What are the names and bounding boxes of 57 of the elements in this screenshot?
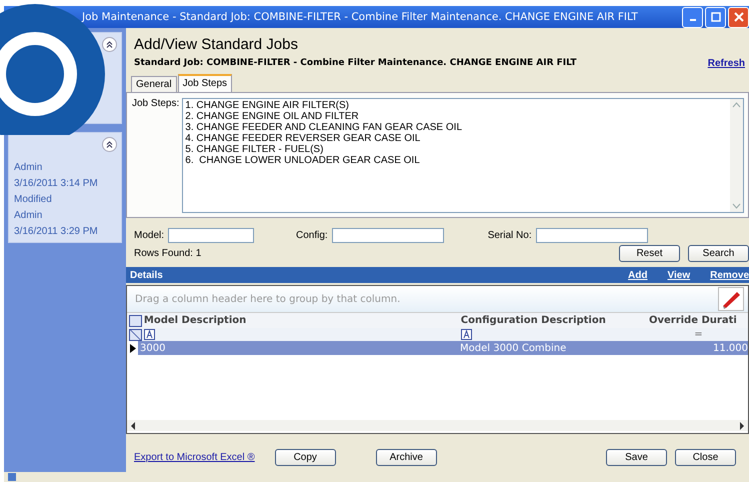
rows-found-text: Rows Found: 1 <box>134 248 202 259</box>
page-title: Add/View Standard Jobs <box>133 35 299 54</box>
horizontal-scrollbar[interactable] <box>127 420 748 431</box>
collapse-icon[interactable] <box>102 37 117 52</box>
collapse-icon[interactable] <box>102 137 117 152</box>
maximize-button[interactable] <box>705 6 726 28</box>
scroll-right-icon[interactable] <box>739 422 745 430</box>
action-button[interactable]: Save <box>606 449 667 466</box>
group-by-hint: Drag a column header here to group by that column. <box>135 294 400 304</box>
sidebar-item: Modified <box>14 193 53 206</box>
scroll-down-icon[interactable] <box>732 203 741 209</box>
filter-field[interactable] <box>332 228 444 243</box>
filter-operator[interactable]: = <box>694 329 703 340</box>
table-cell-text: 3000 <box>139 342 166 354</box>
details-link[interactable]: Remove <box>710 270 749 280</box>
filter-label: Config: <box>296 230 328 241</box>
standard-job-title: Standard Job: COMBINE-FILTER - Combine Filter Maintenance. CHANGE ENGINE AIR FILT <box>134 58 578 68</box>
filter-operator-icon[interactable] <box>460 329 472 340</box>
details-title: Details <box>130 270 164 280</box>
minimize-button[interactable] <box>682 6 703 28</box>
action-button[interactable]: Copy <box>274 449 336 466</box>
details-link[interactable]: View <box>667 270 690 280</box>
details-link[interactable]: Add <box>628 270 648 280</box>
filter-field[interactable] <box>168 228 254 243</box>
eraser-icon[interactable] <box>718 287 744 311</box>
export-excel-link[interactable]: Export to Microsoft Excel ® <box>134 452 255 463</box>
column-header[interactable]: Model Description <box>144 315 461 326</box>
action-button[interactable]: Close <box>675 449 736 466</box>
row-indicator-icon <box>130 344 136 352</box>
scroll-up-icon[interactable] <box>732 102 741 108</box>
job-steps-field[interactable]: 1. CHANGE ENGINE AIR FILTER(S) 2. CHANGE ENGINE OIL AND FILTER 3. CHANGE FEEDER AND CLEANING FAN GEAR CASE OIL 4. CHANGE FEEDER REVERSER GEAR CASE OIL 5. CHANGE FILTER - FUEL(S) 6. CHANGE LOWER UNLOADER GEAR CASE OIL <box>182 98 744 213</box>
refresh-link[interactable]: Refresh <box>708 58 745 68</box>
sidebar-item: Admin <box>14 161 44 174</box>
filter-label: Model: <box>134 230 164 241</box>
vertical-scrollbar[interactable] <box>730 99 743 212</box>
sidebar-item: 3/16/2011 3:14 PM <box>14 177 99 190</box>
tab[interactable]: Job Steps <box>178 74 232 92</box>
action-button[interactable]: Archive <box>376 449 437 466</box>
filter-field[interactable] <box>536 228 648 243</box>
sidebar-item: Admin <box>14 209 44 222</box>
filter-button[interactable]: Reset <box>619 245 680 262</box>
close-button[interactable] <box>728 6 749 28</box>
table-cell-text: Model 3000 Combine <box>459 342 568 354</box>
table-cell-text: 11.000 <box>712 342 748 354</box>
column-header[interactable]: Override Durati <box>648 315 748 326</box>
scroll-left-icon[interactable] <box>130 422 136 430</box>
sidebar-item: 3/16/2011 3:29 PM <box>14 225 99 238</box>
filter-operator-icon[interactable] <box>144 329 155 340</box>
tab[interactable]: General <box>131 76 177 92</box>
job-steps-label: Job Steps: <box>132 98 180 111</box>
maximize-icon <box>710 12 720 22</box>
filter-label: Serial No: <box>488 230 532 241</box>
close-icon <box>734 12 744 22</box>
window-title: Job Maintenance - Standard Job: COMBINE-FILTER - Combine Filter Maintenance. CHANGE ENGINE AIR FILT <box>80 11 639 23</box>
filter-button[interactable]: Search <box>688 245 749 262</box>
column-header[interactable]: Configuration Description <box>460 315 649 326</box>
clear-filter-icon[interactable] <box>129 328 142 340</box>
